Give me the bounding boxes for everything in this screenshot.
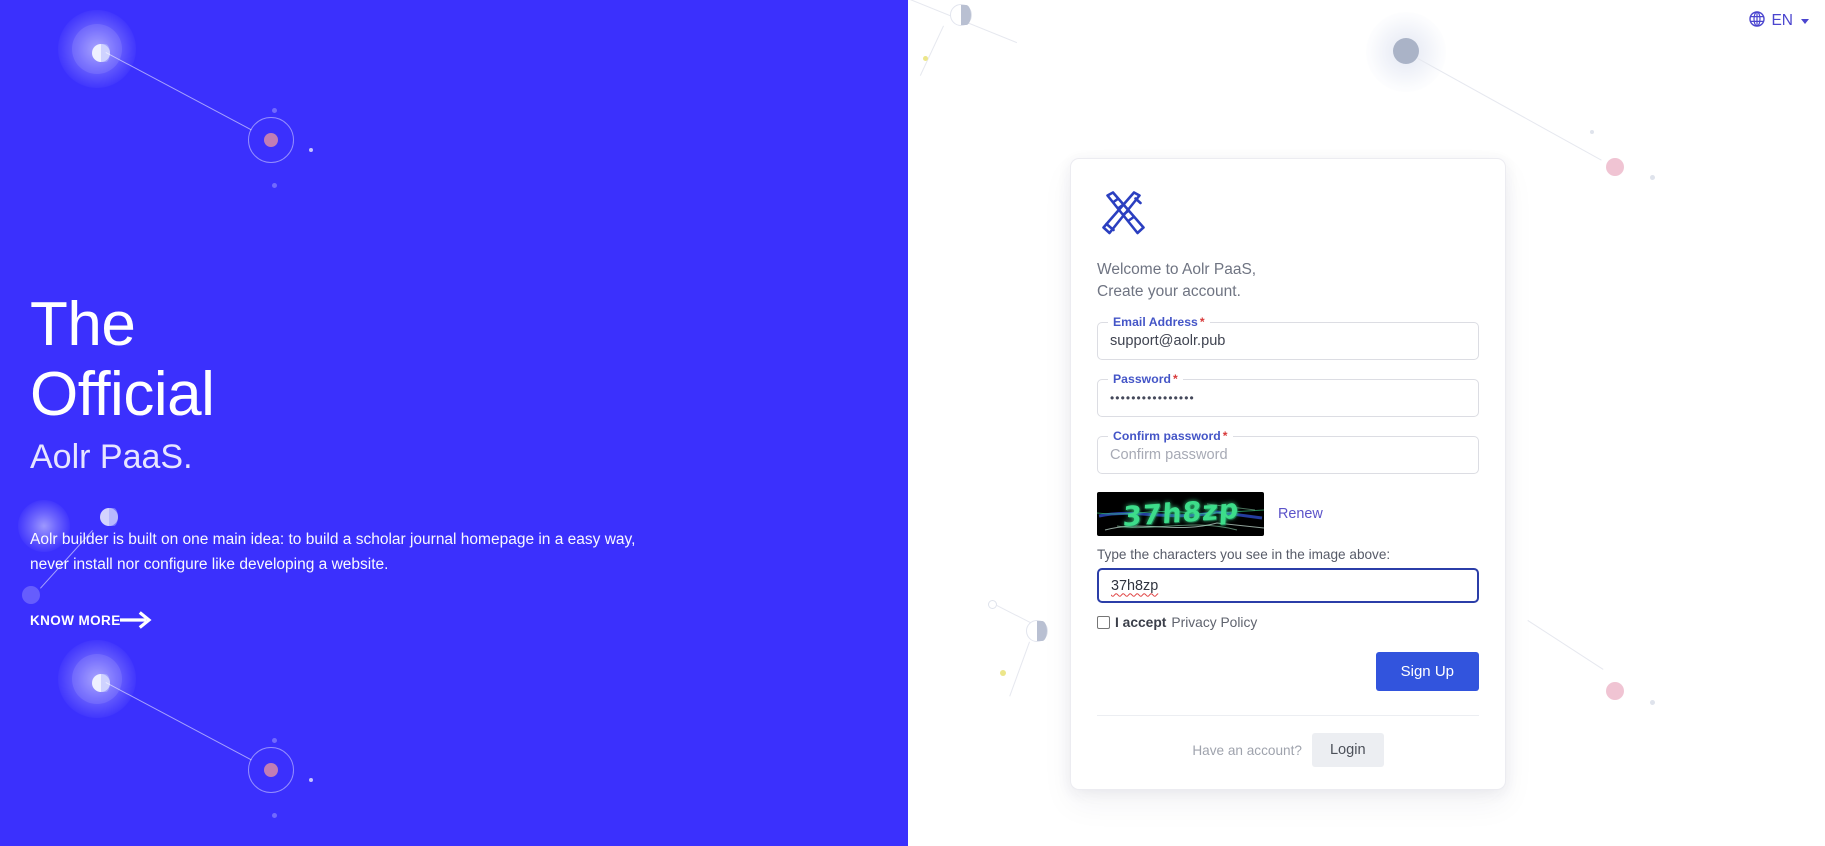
email-label: Email Address * [1108, 315, 1210, 329]
password-value: •••••••••••••••• [1110, 391, 1195, 405]
captcha-input[interactable]: 37h8zp [1097, 568, 1479, 603]
required-asterisk: * [1199, 315, 1205, 329]
accept-privacy-checkbox[interactable] [1097, 616, 1110, 629]
captcha-image: 37h8zp [1097, 492, 1264, 536]
know-more-button[interactable]: KNOW MORE [30, 611, 154, 630]
hero-content: The Official Aolr PaaS. Aolr builder is … [30, 290, 710, 630]
globe-icon [1749, 11, 1766, 31]
confirm-password-label: Confirm password * [1108, 429, 1233, 443]
confirm-password-placeholder: Confirm password [1110, 447, 1228, 463]
hero-description: Aolr builder is built on one main idea: … [30, 531, 636, 574]
privacy-policy-link[interactable]: Privacy Policy [1171, 615, 1257, 630]
captcha-hint: Type the characters you see in the image… [1097, 547, 1391, 562]
login-button[interactable]: Login [1311, 733, 1384, 767]
email-input[interactable]: Email Address * support@aolr.pub [1097, 315, 1479, 360]
password-label: Password * [1108, 372, 1183, 386]
renew-captcha-link[interactable]: Renew [1278, 506, 1323, 522]
required-asterisk: * [1172, 372, 1178, 386]
required-asterisk: * [1222, 429, 1228, 443]
field-password: Password * •••••••••••••••• [1097, 372, 1479, 417]
sign-up-button[interactable]: Sign Up [1375, 652, 1479, 691]
hero-title-line2: Official [30, 360, 215, 430]
accept-label: I accept [1115, 615, 1167, 630]
signup-card: Welcome to Aolr PaaS, Create your accoun… [1070, 158, 1506, 790]
hero-title-line1: The [30, 290, 136, 359]
card-footer: Have an account? Login [1097, 733, 1479, 767]
email-value: support@aolr.pub [1110, 333, 1226, 349]
privacy-row: I accept Privacy Policy [1097, 615, 1479, 630]
hero-subtitle: Aolr PaaS. [30, 438, 193, 477]
card-divider [1097, 715, 1479, 716]
chevron-down-icon [1801, 18, 1809, 24]
signup-panel: EN Welcome to Aolr PaaS, Create your acc… [908, 0, 1825, 846]
field-confirm-password: Confirm password * Confirm password [1097, 429, 1479, 474]
language-switcher[interactable]: EN [1749, 11, 1809, 31]
password-input[interactable]: Password * •••••••••••••••• [1097, 372, 1479, 417]
have-account-label: Have an account? [1192, 742, 1302, 758]
welcome-line1: Welcome to Aolr PaaS, [1097, 261, 1257, 278]
captcha-input-value: 37h8zp [1111, 577, 1159, 594]
confirm-password-input[interactable]: Confirm password * Confirm password [1097, 429, 1479, 474]
welcome-text: Welcome to Aolr PaaS, Create your accoun… [1097, 259, 1479, 303]
marketing-panel: The Official Aolr PaaS. Aolr builder is … [0, 0, 908, 846]
welcome-line2: Create your account. [1097, 283, 1241, 300]
captcha-row: 37h8zp Renew [1097, 492, 1479, 536]
signup-page: The Official Aolr PaaS. Aolr builder is … [0, 0, 1825, 846]
arrow-right-icon [119, 611, 154, 630]
signup-row: Sign Up [1097, 652, 1479, 691]
know-more-label: KNOW MORE [30, 612, 121, 628]
pencil-ruler-icon [1099, 191, 1479, 243]
language-code: EN [1771, 12, 1793, 29]
field-email: Email Address * support@aolr.pub [1097, 315, 1479, 360]
